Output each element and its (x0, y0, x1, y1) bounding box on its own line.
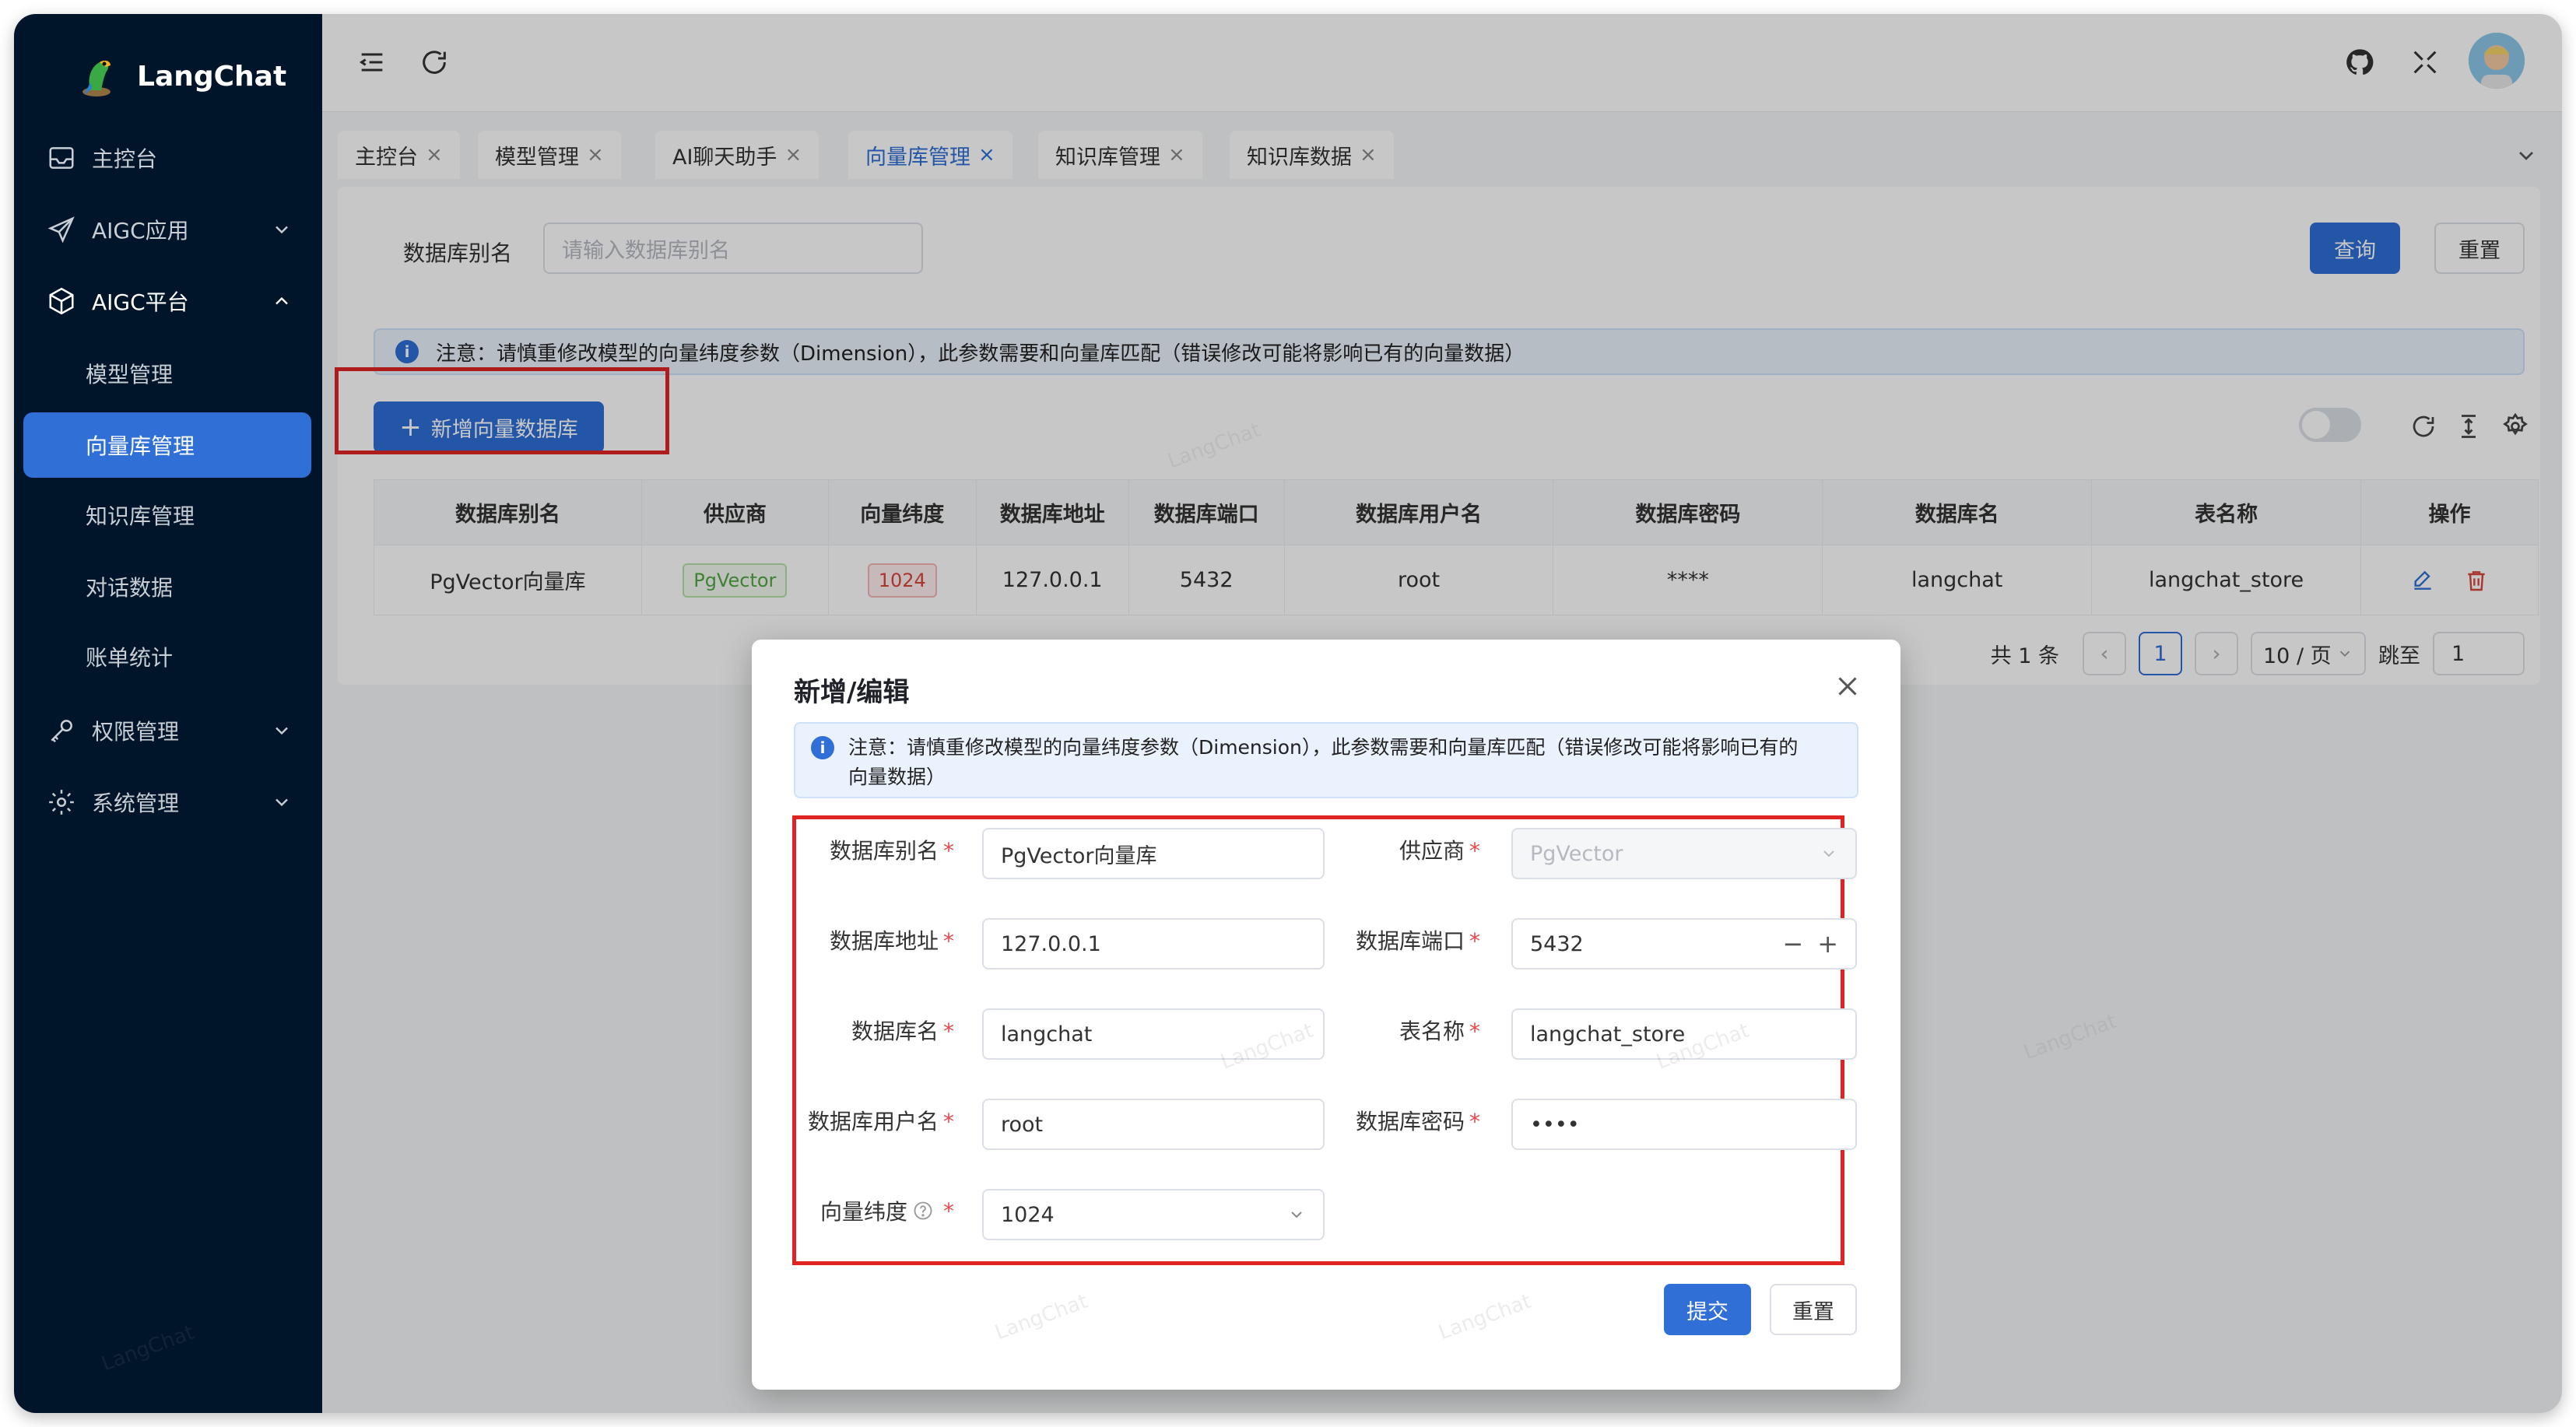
logo[interactable]: LangChat (73, 37, 286, 115)
dialog-reset-button[interactable]: 重置 (1770, 1284, 1857, 1335)
submenu-billing[interactable]: 账单统计 (14, 624, 322, 689)
submenu-model-management[interactable]: 模型管理 (14, 341, 322, 406)
sidebar-item-system[interactable]: 系统管理 (14, 767, 322, 837)
edit-dialog: 新增/编辑 i 注意：请慎重修改模型的向量纬度参数（Dimension），此参数… (752, 640, 1900, 1390)
alias-input[interactable]: PgVector向量库 (982, 828, 1325, 879)
submenu-label: 模型管理 (86, 362, 174, 387)
submenu-label: 账单统计 (86, 645, 174, 671)
gear-icon (49, 790, 74, 815)
user-label: 数据库用户名 * (775, 1105, 954, 1136)
port-stepper[interactable]: 5432 − + (1511, 918, 1857, 969)
required-mark: * (943, 1197, 954, 1224)
help-icon[interactable] (912, 1200, 934, 1222)
decrement-icon[interactable]: − (1782, 929, 1803, 959)
submit-button[interactable]: 提交 (1664, 1284, 1751, 1335)
app-window: LangChat 主控台 AIGC应用 AIGC平台 模型管理 向量库管理 知识… (14, 14, 2562, 1413)
dialog-title: 新增/编辑 (794, 677, 910, 708)
required-mark: * (1469, 928, 1480, 954)
required-mark: * (943, 1109, 954, 1134)
alias-label: 数据库别名 * (798, 834, 954, 865)
chevron-up-icon (275, 296, 288, 305)
info-icon: i (811, 736, 834, 759)
label-text: 向量纬度 (819, 1199, 907, 1225)
required-mark: * (943, 838, 954, 864)
provider-label: 供应商 * (1328, 834, 1480, 865)
label-text: 数据库名 (851, 1019, 939, 1044)
password-label: 数据库密码 * (1328, 1105, 1480, 1136)
label-text: 数据库地址 (829, 928, 939, 954)
submenu-chat-data[interactable]: 对话数据 (14, 554, 322, 619)
required-mark: * (943, 1019, 954, 1044)
table-label: 表名称 * (1328, 1015, 1480, 1046)
sidebar-item-aigc-platform[interactable]: AIGC平台 (14, 266, 322, 336)
send-icon (47, 216, 75, 244)
close-icon[interactable] (1834, 672, 1862, 700)
dialog-notice-text: 注意：请慎重修改模型的向量纬度参数（Dimension），此参数需要和向量库匹配… (848, 733, 1798, 792)
label-text: 供应商 (1399, 838, 1465, 864)
dialog-notice-line: 向量数据） (848, 766, 946, 788)
label-text: 数据库用户名 (807, 1109, 939, 1134)
chevron-down-icon (275, 798, 288, 807)
submenu-vector-store-management[interactable]: 向量库管理 (23, 412, 311, 478)
sidebar-item-label: 主控台 (92, 146, 158, 172)
port-label: 数据库端口 * (1328, 924, 1480, 955)
sidebar-item-permissions[interactable]: 权限管理 (14, 696, 322, 766)
sidebar: LangChat 主控台 AIGC应用 AIGC平台 模型管理 向量库管理 知识… (14, 14, 322, 1413)
submenu-label: 对话数据 (86, 575, 174, 601)
label-text: 数据库别名 (829, 838, 939, 864)
cube-icon (49, 287, 74, 315)
watermark-text: LangChat (1435, 1289, 1535, 1345)
sidebar-item-label: AIGC应用 (92, 218, 189, 244)
watermark-text: LangChat (991, 1289, 1091, 1345)
chevron-down-icon (1823, 850, 1834, 857)
submenu-label: 向量库管理 (86, 433, 195, 459)
table-input[interactable]: langchat_store (1511, 1008, 1857, 1060)
sidebar-item-dashboard[interactable]: 主控台 (14, 123, 322, 193)
chevron-down-icon (1291, 1211, 1302, 1218)
parrot-logo-icon (82, 60, 111, 96)
inbox-icon (49, 147, 74, 169)
submenu-knowledge-base[interactable]: 知识库管理 (14, 482, 322, 548)
sidebar-item-aigc-apps[interactable]: AIGC应用 (14, 195, 322, 265)
database-input[interactable]: langchat (982, 1008, 1325, 1060)
label-text: 数据库密码 (1355, 1109, 1465, 1134)
user-input[interactable]: root (982, 1099, 1325, 1150)
key-icon (51, 720, 72, 743)
dimension-value: 1024 (1001, 1202, 1055, 1227)
password-input[interactable]: •••• (1511, 1099, 1857, 1150)
provider-value: PgVector (1530, 841, 1623, 866)
sidebar-item-label: 权限管理 (92, 719, 180, 745)
chevron-down-icon (275, 727, 288, 735)
dimension-select[interactable]: 1024 (982, 1189, 1325, 1240)
required-mark: * (1469, 1019, 1480, 1044)
host-input[interactable]: 127.0.0.1 (982, 918, 1325, 969)
increment-icon[interactable]: + (1817, 929, 1838, 959)
provider-select[interactable]: PgVector (1511, 828, 1857, 879)
required-mark: * (1469, 838, 1480, 864)
required-mark: * (943, 928, 954, 954)
required-mark: * (1469, 1109, 1480, 1134)
port-value: 5432 (1530, 931, 1584, 956)
database-label: 数据库名 * (798, 1015, 954, 1046)
host-label: 数据库地址 * (798, 924, 954, 955)
submenu-label: 知识库管理 (86, 503, 195, 529)
app-name: LangChat (137, 60, 287, 93)
sidebar-item-label: 系统管理 (92, 791, 180, 816)
chevron-down-icon (275, 226, 288, 234)
dialog-notice-line: 注意：请慎重修改模型的向量纬度参数（Dimension），此参数需要和向量库匹配… (848, 736, 1799, 759)
dialog-notice: i 注意：请慎重修改模型的向量纬度参数（Dimension），此参数需要和向量库… (794, 722, 1858, 798)
label-text: 数据库端口 (1355, 928, 1465, 954)
label-text: 表名称 (1399, 1019, 1465, 1044)
dimension-label: 向量纬度 * (798, 1195, 954, 1226)
sidebar-item-label: AIGC平台 (92, 289, 189, 315)
